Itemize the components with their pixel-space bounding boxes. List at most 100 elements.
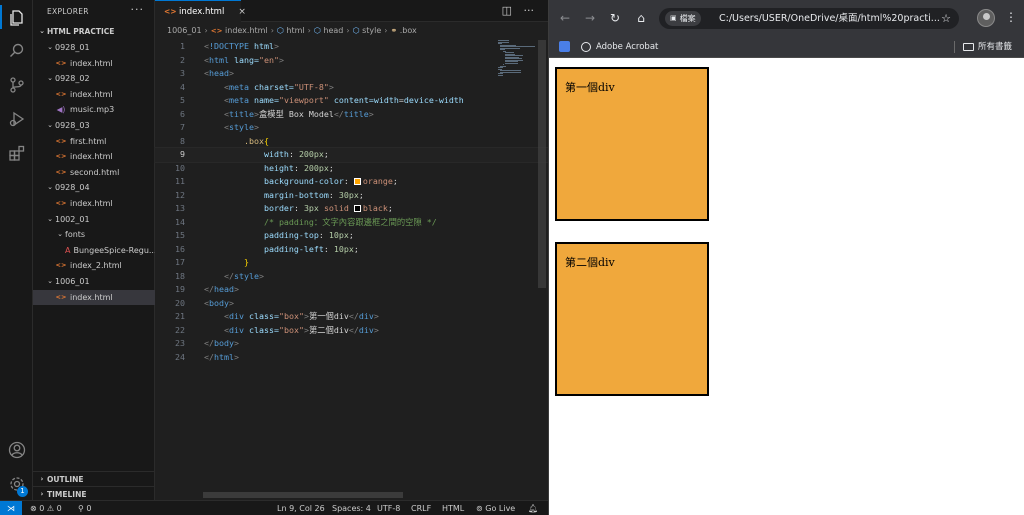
run-debug-icon[interactable] <box>7 109 26 128</box>
language-mode[interactable]: HTML <box>442 501 464 515</box>
outline-label: OUTLINE <box>47 474 84 484</box>
code-line[interactable]: 20 <body> <box>155 297 548 311</box>
page-viewport: 第一個div 第二個div <box>549 59 1024 515</box>
code-line[interactable]: 23 </body> <box>155 337 548 351</box>
all-bookmarks-button[interactable]: 所有書籤 <box>963 36 1012 58</box>
site-info-chip[interactable]: ▣ 檔案 <box>665 11 701 26</box>
indentation[interactable]: Spaces: 4 <box>332 501 371 515</box>
bookmark-star-icon[interactable]: ☆ <box>941 8 951 29</box>
end-of-line[interactable]: CRLF <box>411 501 431 515</box>
line-number: 3 <box>180 68 185 78</box>
code-line[interactable]: 16 padding-left: 10px; <box>155 243 548 257</box>
tree-folder[interactable]: ⌄ 0928_02 <box>33 71 155 87</box>
code-line[interactable]: 5 <meta name="viewport" content=width=de… <box>155 94 548 108</box>
tree-file[interactable]: <> index.html <box>33 196 155 212</box>
code-editor[interactable]: 1 <!DOCTYPE html> 2 <html lang="en"> 3 <head>… <box>154 40 549 365</box>
code-line[interactable]: 24 </html> <box>155 351 548 365</box>
go-live-button[interactable]: ⊚ Go Live <box>476 501 515 515</box>
code-line[interactable]: 17 } <box>155 256 548 270</box>
search-icon[interactable] <box>7 41 26 60</box>
tree-item-label: index_2.html <box>70 261 122 271</box>
tree-file[interactable]: <> first.html <box>33 134 155 150</box>
code-line[interactable]: 10 height: 200px; <box>155 162 548 176</box>
reload-icon[interactable]: ↻ <box>607 10 623 26</box>
code-line[interactable]: 2 <html lang="en"> <box>155 54 548 68</box>
breadcrumb-selector[interactable]: .box <box>400 26 417 35</box>
address-bar[interactable]: ▣ 檔案 C:/Users/USER/OneDrive/桌面/html%20pr… <box>659 8 959 29</box>
minimap[interactable] <box>498 40 538 80</box>
code-line[interactable]: 7 <style> <box>155 121 548 135</box>
code-line[interactable]: 19 </head> <box>155 283 548 297</box>
tree-item-label: first.html <box>70 136 107 146</box>
profile-avatar[interactable] <box>977 9 995 27</box>
tree-file[interactable]: ◀) music.mp3 <box>33 102 155 118</box>
notifications-bell-icon[interactable]: 🔔︎ <box>528 501 538 515</box>
code-line[interactable]: 22 <div class="box">第二個div</div> <box>155 324 548 338</box>
forward-arrow-icon[interactable]: → <box>582 10 598 26</box>
close-icon[interactable]: × <box>238 7 246 17</box>
code-line[interactable]: 6 <title>盒模型 Box Model</title> <box>155 108 548 122</box>
tree-file[interactable]: A BungeeSpice-Regu... <box>33 243 157 259</box>
tree-file[interactable]: <> index.html <box>33 56 155 72</box>
code-line[interactable]: 11 background-color: orange; <box>155 175 548 189</box>
split-editor-icon[interactable]: ◫ <box>502 4 512 17</box>
code-line[interactable]: 9 width: 200px; <box>154 147 549 163</box>
file-tree: ⌄ 0928_01 <> index.html ⌄ 0928_02 <> index.html… <box>33 40 157 306</box>
code-line[interactable]: 12 margin-bottom: 30px; <box>155 189 548 203</box>
code-line[interactable]: 1 <!DOCTYPE html> <box>155 40 548 54</box>
cursor-position[interactable]: Ln 9, Col 26 <box>277 501 325 515</box>
vertical-scrollbar[interactable] <box>538 40 546 288</box>
timeline-section[interactable]: › TIMELINE <box>33 486 155 501</box>
outline-section[interactable]: › OUTLINE <box>33 471 155 486</box>
box-div-2: 第二個div <box>555 242 709 396</box>
tree-folder[interactable]: ⌄ 1006_01 <box>33 274 155 290</box>
code-line[interactable]: 3 <head> <box>155 67 548 81</box>
more-actions-icon[interactable]: ··· <box>524 4 535 17</box>
breadcrumb-style[interactable]: style <box>362 26 381 35</box>
breadcrumb-file[interactable]: index.html <box>225 26 268 35</box>
problems-indicator[interactable]: ⊗ 0 ⚠ 0 <box>30 501 62 515</box>
google-translate-icon[interactable] <box>559 41 570 52</box>
tree-folder[interactable]: ⌄ 1002_01 <box>33 212 155 228</box>
tree-file[interactable]: <> second.html <box>33 165 155 181</box>
tree-file[interactable]: <> index.html <box>33 289 155 306</box>
code-line[interactable]: 21 <div class="box">第一個div</div> <box>155 310 548 324</box>
breadcrumb-head[interactable]: head <box>323 26 343 35</box>
horizontal-scrollbar[interactable] <box>203 492 403 498</box>
code-line[interactable]: 15 padding-top: 10px; <box>155 229 548 243</box>
code-line[interactable]: 14 /* padding：文字內容跟邊框之間的空隙 */ <box>155 216 548 230</box>
tree-folder[interactable]: ⌄ fonts <box>33 227 155 243</box>
selector-icon: ⚭ <box>390 26 398 35</box>
code-line[interactable]: 8 .box{ <box>155 135 548 149</box>
breadcrumb-html[interactable]: html <box>286 26 304 35</box>
line-number: 7 <box>180 122 185 132</box>
explorer-files-icon[interactable] <box>7 8 26 27</box>
code-text: </html> <box>204 351 239 362</box>
tab-index-html[interactable]: <> index.html × <box>155 0 246 22</box>
tree-folder[interactable]: ⌄ 0928_03 <box>33 118 155 134</box>
code-line[interactable]: 18 </style> <box>155 270 548 284</box>
tree-file[interactable]: <> index_2.html <box>33 258 155 274</box>
remote-indicator-icon[interactable]: ⋊ <box>0 501 22 515</box>
workspace-root[interactable]: ⌄ HTML PRACTICE <box>33 24 155 39</box>
breadcrumb-folder[interactable]: 1006_01 <box>167 26 202 35</box>
explorer-more-actions[interactable]: ··· <box>131 3 145 16</box>
tree-file[interactable]: <> index.html <box>33 87 155 103</box>
code-line[interactable]: 13 border: 3px solid black; <box>155 202 548 216</box>
source-control-icon[interactable] <box>7 75 26 94</box>
tree-folder[interactable]: ⌄ 0928_04 <box>33 180 155 196</box>
encoding[interactable]: UTF-8 <box>377 501 400 515</box>
code-line[interactable]: 4 <meta charset="UTF-8"> <box>155 81 548 95</box>
tree-folder[interactable]: ⌄ 0928_01 <box>33 40 155 56</box>
account-icon[interactable] <box>7 440 26 459</box>
back-arrow-icon[interactable]: ← <box>557 10 573 26</box>
bookmark-adobe-acrobat[interactable]: Adobe Acrobat <box>581 36 658 58</box>
extensions-icon[interactable] <box>7 143 26 162</box>
chrome-menu-icon[interactable]: ⋮ <box>1005 9 1017 25</box>
home-icon[interactable]: ⌂ <box>633 10 649 26</box>
code-text: <!DOCTYPE html> <box>204 41 279 51</box>
tree-file[interactable]: <> index.html <box>33 149 155 165</box>
ports-indicator[interactable]: ⚲ 0 <box>78 501 92 515</box>
tree-item-label: index.html <box>70 58 113 68</box>
html-file-icon: <> <box>55 198 67 207</box>
